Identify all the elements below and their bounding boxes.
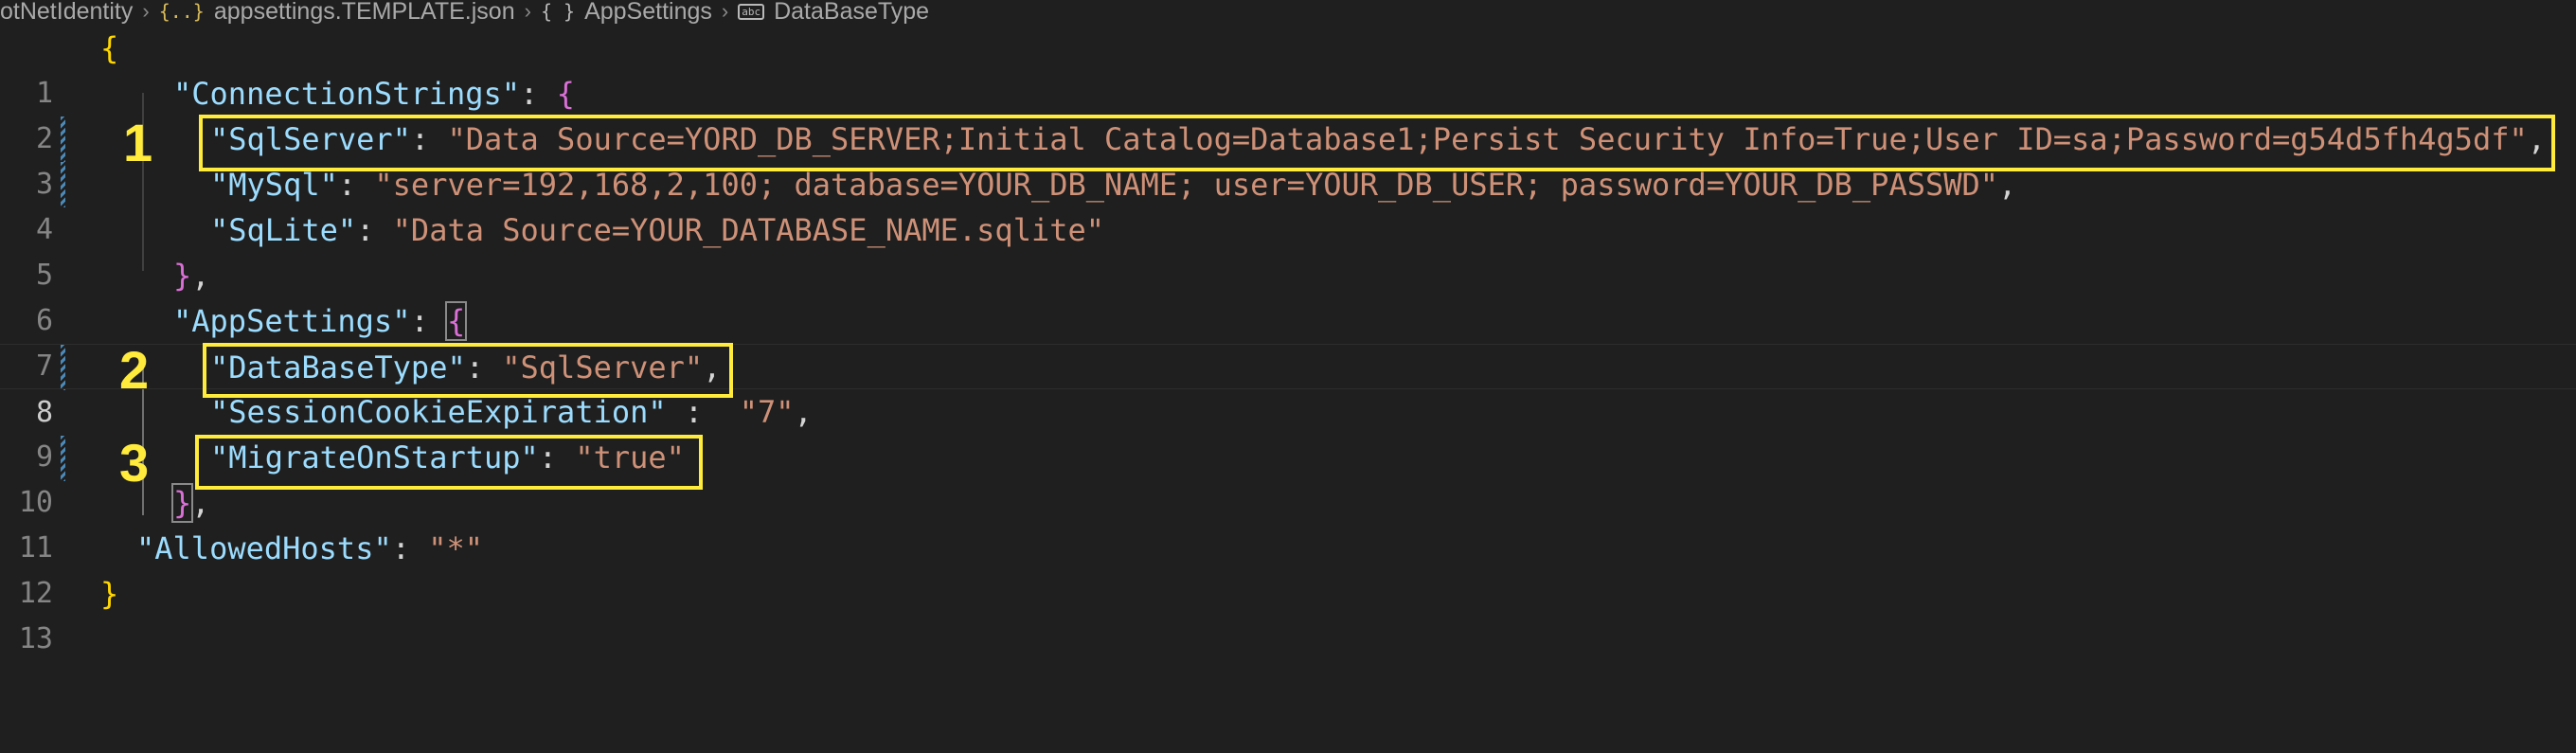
code-line[interactable]: 1 {	[0, 26, 2576, 110]
json-key: "ConnectionStrings"	[173, 76, 521, 112]
chevron-right-icon: ›	[524, 0, 531, 23]
punctuation: ,	[191, 485, 210, 521]
punctuation: :	[410, 303, 447, 339]
json-key: "AllowedHosts"	[136, 530, 392, 566]
punctuation: ,	[794, 394, 813, 430]
punctuation: :	[337, 167, 375, 203]
json-key: "AppSettings"	[173, 303, 411, 339]
annotation-box-migrateonstartup	[195, 435, 703, 490]
code-line[interactable]: 12 "AllowedHosts": "*"	[0, 526, 2576, 610]
bracket: {	[100, 30, 119, 66]
chevron-right-icon: ›	[721, 0, 729, 23]
json-string-value: "server=192,168,2,100; database=YOUR_DB_…	[374, 167, 1999, 203]
breadcrumb-item-file[interactable]: appsettings.TEMPLATE.json	[214, 0, 515, 26]
json-string-value: "Data Source=YOUR_DATABASE_NAME.sqlite"	[392, 212, 1105, 248]
code-line[interactable]: 7 "AppSettings": {	[0, 298, 2576, 383]
punctuation: ,	[1998, 167, 2017, 203]
code-line[interactable]: 2 "ConnectionStrings": {	[0, 71, 2576, 155]
breadcrumb-item-project[interactable]: otNetIdentity	[0, 0, 133, 26]
punctuation: :	[391, 530, 429, 566]
annotation-box-sqlserver	[199, 115, 2555, 171]
string-icon: abc	[738, 3, 765, 20]
json-key: "MySql"	[210, 167, 338, 203]
annotation-number: 3	[119, 433, 150, 493]
bracket: }	[173, 258, 192, 294]
json-key: "SqLite"	[210, 212, 357, 248]
json-braces-icon: {..}	[158, 0, 205, 23]
bracket: {	[556, 76, 575, 112]
code-line[interactable]: 13 }	[0, 571, 2576, 655]
punctuation: :	[666, 394, 740, 430]
annotation-box-databasetype	[203, 343, 733, 398]
annotation-number: 2	[119, 340, 150, 400]
json-string-value: "*"	[428, 530, 484, 566]
punctuation: :	[356, 212, 393, 248]
code-line[interactable]: 5 "SqLite": "Data Source=YOUR_DATABASE_N…	[0, 207, 2576, 292]
json-string-value: "7"	[739, 394, 795, 430]
breadcrumb-item-databasetype[interactable]: DataBaseType	[774, 0, 929, 26]
bracket-match: }	[170, 483, 194, 523]
punctuation: ,	[191, 258, 210, 294]
breadcrumb-item-appsettings[interactable]: AppSettings	[584, 0, 712, 26]
bracket-match: {	[444, 301, 468, 341]
breadcrumb: otNetIdentity › {..} appsettings.TEMPLAT…	[0, 0, 929, 26]
chevron-right-icon: ›	[142, 0, 150, 23]
object-braces-icon: { }	[540, 0, 576, 23]
bracket: }	[100, 576, 119, 612]
punctuation: :	[520, 76, 557, 112]
annotation-number: 1	[123, 113, 153, 172]
code-line[interactable]: 6 },	[0, 253, 2576, 337]
json-key: "SessionCookieExpiration"	[210, 394, 667, 430]
